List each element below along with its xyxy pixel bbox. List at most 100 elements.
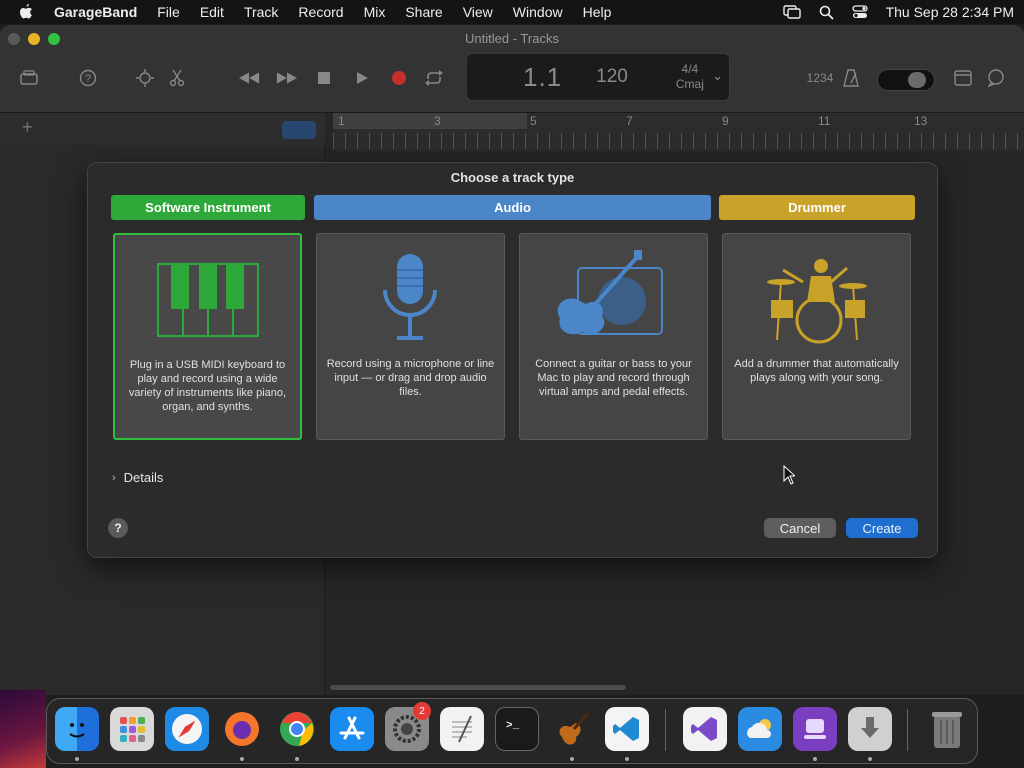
running-indicator [240, 757, 244, 761]
lcd-position: 1.1 [523, 61, 563, 92]
software-instrument-tab[interactable]: Software Instrument [111, 195, 305, 220]
svg-text:?: ? [85, 73, 91, 85]
app-store-icon[interactable] [330, 707, 374, 751]
spotlight-search-icon[interactable] [819, 5, 834, 20]
menubar-clock[interactable]: Thu Sep 28 2:34 PM [886, 4, 1014, 20]
rewind-icon[interactable] [238, 67, 260, 89]
drummer-card[interactable]: Add a drummer that automatically plays a… [722, 233, 911, 440]
horizontal-scrollbar[interactable] [330, 685, 626, 690]
menu-window[interactable]: Window [513, 4, 563, 20]
lcd-tempo: 120 [596, 66, 628, 87]
keyboard-icon [157, 263, 259, 337]
notification-badge: 2 [413, 702, 431, 720]
create-button[interactable]: Create [846, 518, 918, 538]
trash-icon[interactable] [925, 707, 969, 751]
safari-icon[interactable] [165, 707, 209, 751]
smart-controls-icon[interactable] [134, 67, 156, 89]
add-track-icon[interactable]: + [22, 117, 33, 138]
menu-view[interactable]: View [463, 4, 493, 20]
cycle-icon[interactable] [423, 67, 445, 89]
guitar-description: Connect a guitar or bass to your Mac to … [535, 358, 692, 398]
software-instrument-card[interactable]: Plug in a USB MIDI keyboard to play and … [113, 233, 302, 440]
record-icon[interactable] [388, 67, 410, 89]
ruler-number: 1 [338, 114, 345, 128]
menu-help[interactable]: Help [583, 4, 612, 20]
scissors-icon[interactable] [166, 67, 188, 89]
chrome-icon[interactable] [275, 707, 319, 751]
ruler-number: 13 [914, 114, 928, 128]
firefox-icon[interactable] [220, 707, 264, 751]
timeline-ruler[interactable]: 1 3 5 7 9 11 13 [333, 113, 1024, 151]
guitar-card[interactable]: Connect a guitar or bass to your Mac to … [519, 233, 708, 440]
downloads-icon[interactable] [848, 707, 892, 751]
menu-track[interactable]: Track [244, 4, 278, 20]
microphone-description: Record using a microphone or line input … [326, 358, 495, 398]
window-title: Untitled - Tracks [465, 31, 559, 46]
garageband-icon[interactable] [550, 707, 594, 751]
menu-share[interactable]: Share [405, 4, 442, 20]
menu-edit[interactable]: Edit [200, 4, 224, 20]
icloud-weather-icon[interactable] [738, 707, 782, 751]
control-center-icon[interactable] [851, 5, 868, 19]
microphone-card[interactable]: Record using a microphone or line input … [316, 233, 505, 440]
finder-icon[interactable] [55, 707, 99, 751]
running-indicator [295, 757, 299, 761]
apple-menu-icon[interactable] [18, 3, 34, 21]
ruler-number: 3 [434, 114, 441, 128]
mouse-cursor-icon [783, 465, 795, 485]
cycle-region[interactable] [333, 113, 527, 129]
loop-browser-icon[interactable] [985, 67, 1007, 89]
textedit-icon[interactable] [440, 707, 484, 751]
lcd-key: Cmaj [675, 77, 704, 91]
ruler-number: 5 [530, 114, 537, 128]
software-instrument-description: Plug in a USB MIDI keyboard to play and … [128, 359, 287, 413]
new-track-dialog: Choose a track type Software Instrument … [87, 162, 938, 558]
play-icon[interactable] [351, 67, 373, 89]
drummer-tab[interactable]: Drummer [719, 195, 915, 220]
svg-text:>_: >_ [506, 720, 520, 732]
ruler-number: 11 [818, 114, 831, 128]
drummer-description: Add a drummer that automatically plays a… [734, 358, 899, 384]
menu-app-name[interactable]: GarageBand [54, 4, 137, 20]
master-volume-toggle[interactable] [877, 69, 935, 91]
menu-bar: GarageBand File Edit Track Record Mix Sh… [0, 0, 1024, 24]
menu-file[interactable]: File [157, 4, 180, 20]
running-indicator [75, 757, 79, 761]
fast-forward-icon[interactable] [276, 67, 298, 89]
dock-separator [665, 709, 666, 751]
count-in-label[interactable]: 1234 [806, 67, 834, 89]
help-button[interactable]: ? [108, 518, 128, 538]
ruler-ticks [333, 133, 1024, 149]
details-disclosure[interactable]: › Details [112, 470, 163, 485]
menu-mix[interactable]: Mix [364, 4, 386, 20]
audio-tab[interactable]: Audio [314, 195, 711, 220]
terminal-icon[interactable]: >_ [495, 707, 539, 751]
running-indicator [625, 757, 629, 761]
dialog-title: Choose a track type [450, 170, 575, 185]
track-header-bar: + [0, 113, 325, 145]
control-bar: Untitled - Tracks ? 1.1 120 4/4 Cmaj ⌄ 1… [0, 25, 1024, 113]
vscode-icon[interactable] [605, 707, 649, 751]
library-icon[interactable] [18, 67, 40, 89]
lcd-time-signature: 4/4 [681, 62, 699, 76]
podcast-icon[interactable] [793, 707, 837, 751]
ruler-number: 7 [626, 114, 633, 128]
dock: >_ [46, 698, 978, 764]
menu-record[interactable]: Record [298, 4, 343, 20]
cancel-button[interactable]: Cancel [764, 518, 836, 538]
drummer-icon [767, 259, 867, 344]
quick-help-icon[interactable]: ? [77, 67, 99, 89]
track-filter-icon[interactable] [282, 121, 316, 139]
dock-separator [907, 709, 908, 751]
microphone-icon [383, 254, 437, 340]
desktop-wallpaper [0, 690, 46, 768]
metronome-icon[interactable] [840, 67, 862, 89]
screen-mirroring-icon[interactable] [782, 5, 801, 19]
running-indicator [813, 757, 817, 761]
visual-studio-icon[interactable] [683, 707, 727, 751]
lcd-display[interactable]: 1.1 120 4/4 Cmaj ⌄ [466, 53, 730, 101]
notepad-icon[interactable] [952, 67, 974, 89]
stop-icon[interactable] [313, 67, 335, 89]
launchpad-icon[interactable] [110, 707, 154, 751]
lcd-chevron-down-icon[interactable]: ⌄ [712, 68, 723, 84]
